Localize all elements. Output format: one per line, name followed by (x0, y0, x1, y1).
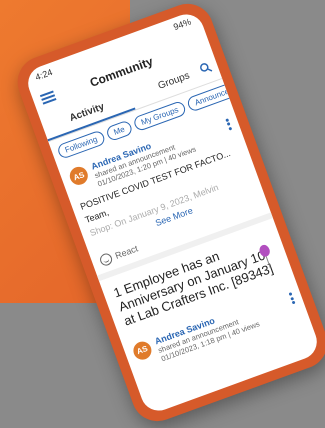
chip-me[interactable]: Me (104, 119, 134, 143)
phone-screen: 4:24 94% Community Activity Groups Follo… (23, 9, 322, 416)
react-label: React (113, 243, 140, 261)
avatar[interactable]: AS (67, 164, 91, 188)
avatar-2[interactable]: AS (130, 338, 154, 362)
status-time: 4:24 (33, 66, 54, 83)
smile-icon (98, 251, 114, 268)
status-icons: 94% (172, 16, 193, 33)
hamburger-menu-icon[interactable] (39, 89, 57, 105)
